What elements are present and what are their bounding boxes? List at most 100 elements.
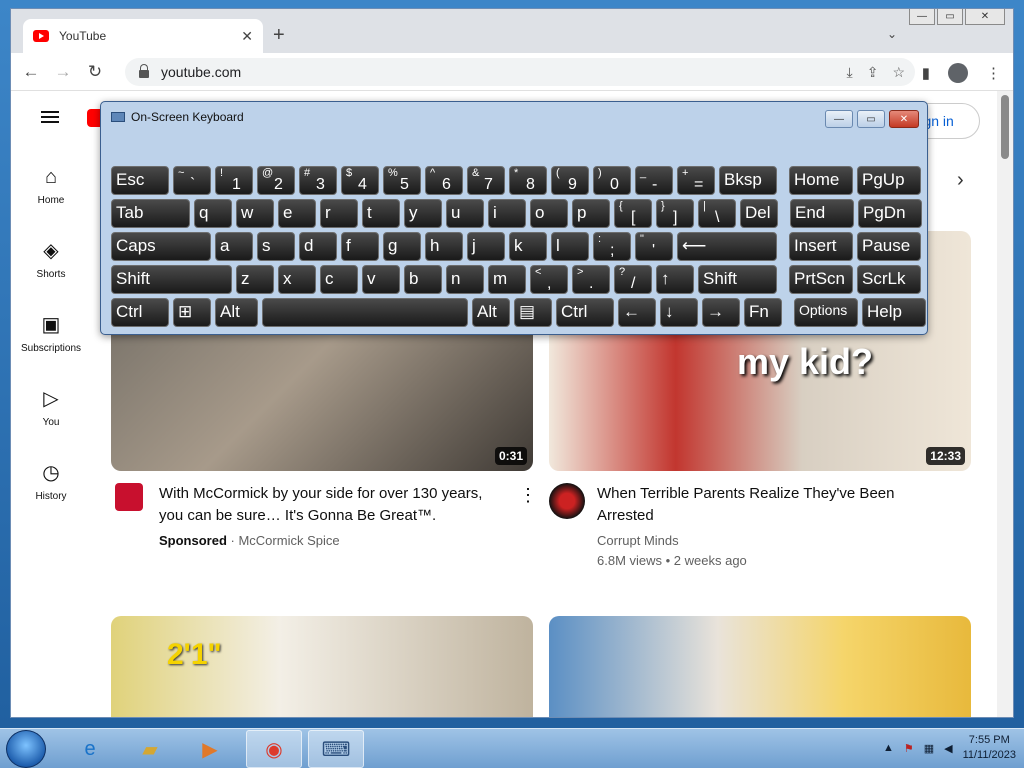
volume-icon[interactable]: ◀	[944, 742, 952, 755]
scrollbar-thumb[interactable]	[1001, 95, 1009, 159]
tab-search-chevron-icon[interactable]: ⌄	[887, 27, 897, 41]
on-screen-keyboard-taskbar-icon[interactable]: ⌨	[308, 730, 364, 768]
hamburger-menu-icon[interactable]	[41, 111, 59, 123]
key-x[interactable]: x	[278, 265, 316, 294]
sidebar-item-subscriptions[interactable]: ▣ Subscriptions	[11, 311, 91, 385]
key-i[interactable]: i	[488, 199, 526, 228]
install-icon[interactable]: ⤓	[847, 64, 853, 81]
key-)-0[interactable]: ) 0	[593, 166, 631, 195]
key-_--[interactable]: _ -	[635, 166, 673, 195]
key-Alt[interactable]: Alt	[472, 298, 510, 327]
forward-button[interactable]: →	[51, 62, 75, 82]
key-n[interactable]: n	[446, 265, 484, 294]
channel-avatar[interactable]	[549, 483, 585, 519]
key-&-7[interactable]: & 7	[467, 166, 505, 195]
key-~-`[interactable]: ~ `	[173, 166, 211, 195]
key-PgDn[interactable]: PgDn	[858, 199, 922, 228]
key-d[interactable]: d	[299, 232, 337, 261]
action-center-icon[interactable]: ⚑	[904, 742, 914, 755]
key-Help[interactable]: Help	[862, 298, 926, 327]
key-p[interactable]: p	[572, 199, 610, 228]
address-bar[interactable]: youtube.com ⤓ ⇪ ☆	[125, 58, 915, 86]
sidebar-item-you[interactable]: ▷ You	[11, 385, 91, 459]
show-hidden-icons-icon[interactable]: ▲	[883, 742, 894, 754]
sidebar-item-shorts[interactable]: ◈ Shorts	[11, 237, 91, 311]
key-v[interactable]: v	[362, 265, 400, 294]
key-o[interactable]: o	[530, 199, 568, 228]
key-c[interactable]: c	[320, 265, 358, 294]
key-g[interactable]: g	[383, 232, 421, 261]
key-?-/[interactable]: ? /	[614, 265, 652, 294]
key-q[interactable]: q	[194, 199, 232, 228]
osk-minimize-button[interactable]: —	[825, 110, 853, 128]
page-scrollbar[interactable]	[997, 91, 1013, 717]
sidebar-item-history[interactable]: ◷ History	[11, 459, 91, 533]
key-k[interactable]: k	[509, 232, 547, 261]
key-j[interactable]: j	[467, 232, 505, 261]
network-icon[interactable]: ▦	[924, 742, 934, 755]
maximize-button[interactable]: ▭	[937, 9, 963, 25]
minimize-button[interactable]: —	[909, 9, 935, 25]
key-^-6[interactable]: ^ 6	[425, 166, 463, 195]
key-Options[interactable]: Options	[794, 298, 858, 327]
video-thumbnail[interactable]: 2'1"	[111, 616, 533, 717]
new-tab-button[interactable]: +	[273, 25, 285, 45]
key-⟵[interactable]: ⟵	[677, 232, 777, 261]
key-⊞[interactable]: ⊞	[173, 298, 211, 327]
key-Del[interactable]: Del	[740, 199, 778, 228]
key-b[interactable]: b	[404, 265, 442, 294]
start-button[interactable]	[6, 730, 46, 768]
tab-youtube[interactable]: YouTube ✕	[23, 19, 263, 53]
osk-maximize-button[interactable]: ▭	[857, 110, 885, 128]
key-!-1[interactable]: ! 1	[215, 166, 253, 195]
tab-close-icon[interactable]: ✕	[241, 28, 253, 45]
key-End[interactable]: End	[790, 199, 854, 228]
close-window-button[interactable]: ✕	[965, 9, 1005, 25]
key-@-2[interactable]: @2	[257, 166, 295, 195]
key-w[interactable]: w	[236, 199, 274, 228]
key-*-8[interactable]: * 8	[509, 166, 547, 195]
chrome-icon[interactable]: ◉	[246, 730, 302, 768]
channel-name[interactable]: Corrupt Minds	[597, 531, 747, 551]
key-"-'[interactable]: " '	[635, 232, 673, 261]
bookmark-star-icon[interactable]: ☆	[892, 64, 905, 81]
file-explorer-icon[interactable]: ▰	[122, 730, 178, 768]
key-$-4[interactable]: $4	[341, 166, 379, 195]
key-r[interactable]: r	[320, 199, 358, 228]
sidebar-item-home[interactable]: ⌂ Home	[11, 163, 91, 237]
key-{-[[interactable]: {[	[614, 199, 652, 228]
key-PrtScn[interactable]: PrtScn	[789, 265, 853, 294]
key-e[interactable]: e	[278, 199, 316, 228]
key-m[interactable]: m	[488, 265, 526, 294]
key-}-][interactable]: }]	[656, 199, 694, 228]
key-#-3[interactable]: #3	[299, 166, 337, 195]
key-↑[interactable]: ↑	[656, 265, 694, 294]
key-Pause[interactable]: Pause	[857, 232, 921, 261]
key-u[interactable]: u	[446, 199, 484, 228]
key-↓[interactable]: ↓	[660, 298, 698, 327]
video-title[interactable]: When Terrible Parents Realize They've Be…	[597, 483, 957, 527]
key-|-\[interactable]: | \	[698, 199, 736, 228]
key-←[interactable]: ←	[618, 298, 656, 327]
osk-close-button[interactable]: ✕	[889, 110, 919, 128]
menu-kebab-icon[interactable]: ⋮	[986, 64, 1001, 82]
key-h[interactable]: h	[425, 232, 463, 261]
key-s[interactable]: s	[257, 232, 295, 261]
back-button[interactable]: ←	[19, 62, 43, 82]
key-PgUp[interactable]: PgUp	[857, 166, 921, 195]
internet-explorer-icon[interactable]: e	[62, 730, 118, 768]
key-space[interactable]	[262, 298, 468, 327]
key-ScrLk[interactable]: ScrLk	[857, 265, 921, 294]
key-Alt[interactable]: Alt	[215, 298, 258, 327]
key-l[interactable]: l	[551, 232, 589, 261]
video-thumbnail[interactable]	[549, 616, 971, 717]
key-→[interactable]: →	[702, 298, 740, 327]
clock[interactable]: 7:55 PM 11/11/2023	[963, 733, 1016, 763]
key-Shift[interactable]: Shift	[698, 265, 777, 294]
key-+-=[interactable]: + =	[677, 166, 715, 195]
key-y[interactable]: y	[404, 199, 442, 228]
key-:-;[interactable]: :;	[593, 232, 631, 261]
channel-name[interactable]: McCormick Spice	[238, 533, 339, 548]
share-icon[interactable]: ⇪	[867, 64, 879, 81]
reload-button[interactable]: ↻	[83, 62, 107, 82]
